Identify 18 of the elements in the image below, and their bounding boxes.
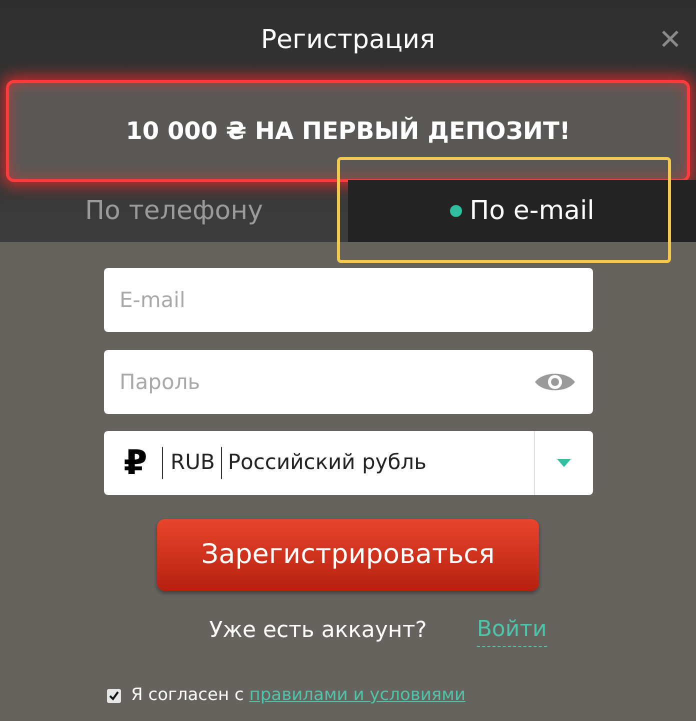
dialog-title: Регистрация xyxy=(260,24,436,56)
currency-name: Российский рубль xyxy=(228,449,428,476)
promo-text: 10 000 ₴ НА ПЕРВЫЙ ДЕПОЗИТ! xyxy=(126,116,570,147)
agreement-text: Я согласен с правилами и условиями xyxy=(131,684,466,707)
email-field[interactable]: E-mail xyxy=(104,268,592,332)
dropdown-caret-icon xyxy=(556,459,570,467)
tab[interactable]: По телефону xyxy=(0,180,348,242)
terms-link[interactable]: правилами и условиями xyxy=(249,685,466,705)
currency-code: RUB xyxy=(170,449,215,476)
close-button[interactable]: ✕ xyxy=(658,26,682,54)
currency-select[interactable]: ₽ RUB Российский рубль xyxy=(104,431,592,495)
login-link[interactable]: Войти xyxy=(476,613,547,647)
agreement-checkbox[interactable] xyxy=(107,688,121,703)
ruble-icon: ₽ xyxy=(118,438,154,488)
login-prompt: Уже есть аккаунт? xyxy=(209,616,427,644)
register-button[interactable]: Зарегистрироваться xyxy=(157,519,539,591)
password-field[interactable]: Пароль xyxy=(104,350,592,414)
tab[interactable]: По e-mail xyxy=(348,180,696,242)
